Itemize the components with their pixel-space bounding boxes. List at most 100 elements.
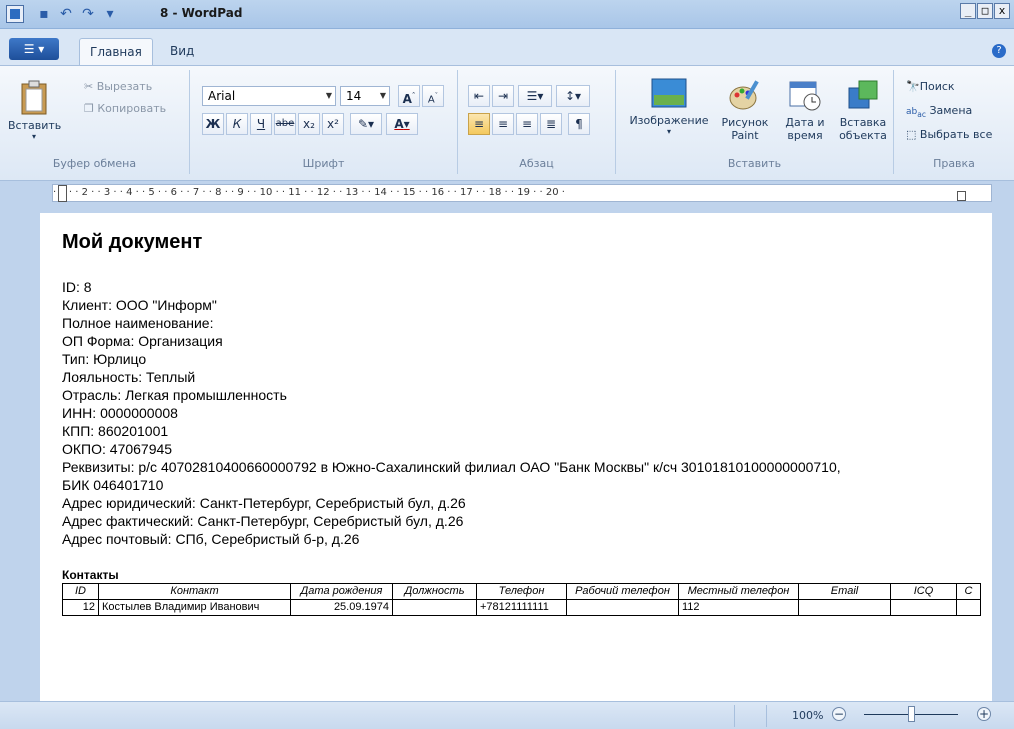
copy-icon: ❐ (84, 102, 94, 115)
align-left-button[interactable]: ≡ (468, 113, 490, 135)
font-group: Arial ▼ 14 ▼ Aˆ Aˇ Ж К Ч abe x₂ x² ✎▾ A▾ Ш… (190, 70, 458, 174)
calendar-clock-icon (789, 81, 821, 111)
insert-group-label: Вставить (727, 157, 782, 170)
line-spacing-icon: ↕ (564, 89, 576, 103)
document-line: Полное наименование: (62, 315, 214, 331)
paragraph-dialog-button[interactable]: ¶ (568, 113, 590, 135)
editing-group: 🔭Поиск abac Замена ⬚ Выбрать все Правка (894, 70, 1014, 174)
highlight-color-button[interactable]: ✎▾ (350, 113, 382, 135)
redo-icon[interactable]: ↷ (80, 6, 96, 22)
paragraph-icon: ¶ (575, 117, 583, 131)
document-line: Реквизиты: р/с 40702810400660000792 в Юж… (62, 459, 841, 475)
replace-button[interactable]: abac Замена (906, 104, 972, 119)
font-color-button[interactable]: A▾ (386, 113, 418, 135)
insert-datetime-button[interactable]: Дата и время (778, 78, 832, 142)
paste-button[interactable]: Вставить ▾ (8, 80, 61, 141)
minimize-button[interactable]: _ (960, 3, 976, 19)
strikethrough-button[interactable]: abe (274, 113, 296, 135)
insert-object-label-1: Вставка (839, 116, 887, 129)
paint-palette-icon (729, 80, 759, 110)
tab-home[interactable]: Главная (79, 38, 153, 65)
document-page[interactable]: Мой документ ID: 8 Клиент: ООО "Информ" По… (40, 213, 992, 701)
binoculars-icon: 🔭 (906, 80, 920, 93)
insert-object-label-2: объекта (839, 129, 887, 142)
insert-image-button[interactable]: Изображение ▾ (626, 78, 712, 136)
replace-icon: abac (906, 107, 926, 119)
table-header-cell: Дата рождения (290, 583, 393, 600)
select-all-button[interactable]: ⬚ Выбрать все (906, 128, 992, 141)
italic-button[interactable]: К (226, 113, 248, 135)
superscript-button[interactable]: x² (322, 113, 344, 135)
insert-object-button[interactable]: Вставка объекта (834, 78, 892, 142)
font-family-value: Arial (208, 89, 236, 103)
zoom-level: 100% (792, 709, 824, 722)
save-icon[interactable]: ▪ (36, 6, 52, 22)
underline-button[interactable]: Ч (250, 113, 272, 135)
zoom-slider-thumb[interactable] (908, 706, 915, 722)
font-size-select[interactable]: 14 ▼ (340, 86, 390, 106)
find-button[interactable]: 🔭Поиск (906, 80, 955, 93)
line-spacing-button[interactable]: ↕▾ (556, 85, 590, 107)
document-line: Клиент: ООО "Информ" (62, 297, 217, 313)
close-button[interactable]: x (994, 3, 1010, 19)
insert-paint-button[interactable]: Рисунок Paint (716, 78, 774, 142)
help-icon[interactable]: ? (992, 44, 1006, 58)
highlighter-icon: ✎ (357, 117, 369, 131)
cut-label: Вырезать (96, 80, 153, 93)
tab-view[interactable]: Вид (160, 38, 204, 65)
wordpad-app-icon[interactable] (6, 5, 24, 23)
document-line: ОП Форма: Организация (62, 333, 223, 349)
zoom-out-button[interactable]: − (832, 707, 846, 721)
justify-button[interactable]: ≣ (540, 113, 562, 135)
align-right-button[interactable]: ≡ (516, 113, 538, 135)
font-size-value: 14 (346, 89, 362, 103)
font-family-select[interactable]: Arial ▼ (202, 86, 336, 106)
bullets-button[interactable]: ☰▾ (518, 85, 552, 107)
insert-paint-label-1: Рисунок (721, 116, 769, 129)
table-cell: 12 (62, 599, 99, 616)
quick-access-toolbar: ▪ ↶ ↷ ▾ (36, 6, 118, 22)
clipboard-group-label: Буфер обмена (52, 157, 137, 170)
maximize-button[interactable]: □ (977, 3, 993, 19)
bold-button[interactable]: Ж (202, 113, 224, 135)
ruler[interactable]: · 1 · · 2 · · 3 · · 4 · · 5 · · 6 · · 7 … (52, 184, 992, 202)
table-cell (798, 599, 891, 616)
replace-label: Замена (929, 104, 973, 117)
contacts-heading: Контакты (62, 568, 119, 582)
paragraph-group-label: Абзац (519, 157, 554, 170)
grow-font-button[interactable]: Aˆ (398, 85, 420, 107)
insert-image-label: Изображение (629, 114, 709, 127)
indent-icon: ⇥ (497, 89, 509, 103)
status-bar (0, 701, 1014, 729)
copy-label: Копировать (97, 102, 167, 115)
document-line: Адрес юридический: Санкт-Петербург, Сере… (62, 495, 466, 511)
zoom-in-button[interactable]: + (977, 707, 991, 721)
clipboard-icon (21, 80, 47, 115)
undo-icon[interactable]: ↶ (58, 6, 74, 22)
copy-button[interactable]: ❐ Копировать (84, 102, 166, 115)
document-line: БИК 046401710 (62, 477, 164, 493)
chevron-down-icon: ▼ (379, 91, 386, 100)
align-center-button[interactable]: ≡ (492, 113, 514, 135)
table-header-cell: C (956, 583, 981, 600)
application-menu-button[interactable]: ☰ ▾ (9, 38, 59, 60)
document-line: КПП: 860201001 (62, 423, 169, 439)
subscript-button[interactable]: x₂ (298, 113, 320, 135)
document-body: ID: 8 Клиент: ООО "Информ" Полное наименов… (62, 278, 981, 548)
bullet-list-icon: ☰ (526, 89, 538, 103)
align-left-icon: ≡ (473, 117, 485, 131)
right-indent-marker[interactable] (957, 191, 966, 201)
decrease-indent-button[interactable]: ⇤ (468, 85, 490, 107)
shrink-font-button[interactable]: Aˇ (422, 85, 444, 107)
customize-toolbar-icon[interactable]: ▾ (102, 6, 118, 22)
table-cell: +78121111111 (476, 599, 567, 616)
insert-group: Изображение ▾ Рисунок Paint Дата и время… (616, 70, 894, 174)
increase-indent-button[interactable]: ⇥ (492, 85, 514, 107)
clipboard-group: Вставить ▾ ✂ Вырезать ❐ Копировать Буфер… (0, 70, 190, 174)
left-indent-marker[interactable] (58, 185, 67, 202)
table-header-cell: Контакт (98, 583, 291, 600)
cut-button[interactable]: ✂ Вырезать (84, 80, 152, 93)
table-cell (392, 599, 477, 616)
select-all-icon: ⬚ (906, 128, 917, 141)
table-header-cell: ICQ (890, 583, 957, 600)
